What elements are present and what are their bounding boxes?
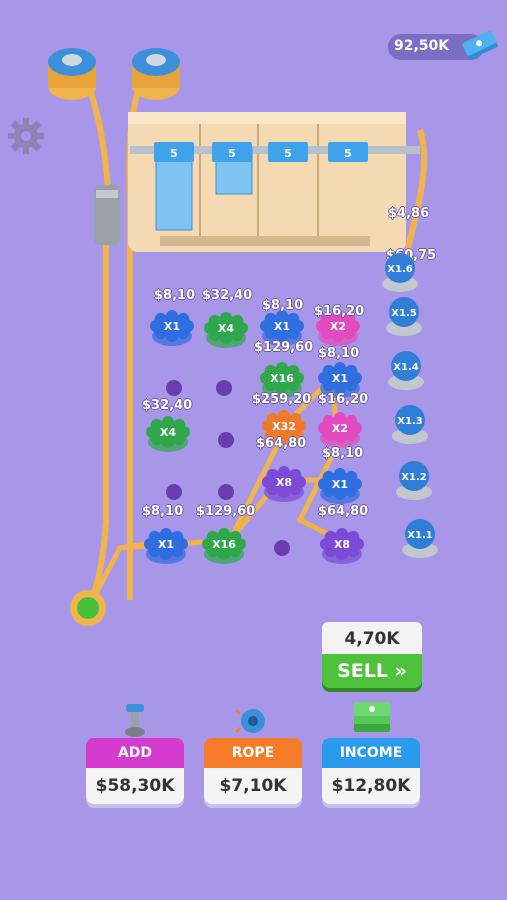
add-pulley-button[interactable]: ADD PULLEY $58,30K [86, 704, 184, 804]
pulley-gear[interactable]: X8 [320, 528, 364, 564]
pulley-price: $8,10 [142, 504, 184, 519]
cash-stack-icon [354, 702, 390, 732]
income-button[interactable]: INCOME $12,80K [322, 702, 420, 804]
pulley-multiplier: X32 [272, 420, 296, 433]
pulley-price: $64,80 [318, 504, 369, 519]
income-price: $12,80K [322, 768, 420, 804]
pulley-gear[interactable]: X1 [318, 468, 362, 504]
pulley-gear[interactable]: X1 [150, 310, 194, 346]
pulley-gear[interactable]: X1 [144, 528, 188, 564]
pulley-multiplier: X1 [332, 478, 348, 491]
pulley-multiplier: X4 [218, 322, 234, 335]
pulley-price: $8,10 [154, 288, 196, 303]
pulley-multiplier: X8 [276, 476, 292, 489]
pulley-price: $8,10 [322, 446, 364, 461]
pulley-price: $32,40 [202, 288, 253, 303]
pulley-gear[interactable]: X2 [318, 412, 362, 448]
income-title: INCOME [322, 738, 420, 768]
gear-icon [236, 708, 265, 734]
pulley-price: $8,10 [318, 346, 360, 361]
pulley-multiplier: X8 [334, 538, 350, 551]
pulley-price: $129,60 [196, 504, 256, 519]
sell-button[interactable]: SELL » [322, 654, 422, 688]
pulley-price: $32,40 [142, 398, 193, 413]
pulley-price: $64,80 [256, 436, 307, 451]
rope-speed-price: $7,10K [204, 768, 302, 804]
chevron-right-icon: » [394, 660, 407, 682]
sell-amount: 4,70K [322, 622, 422, 656]
pulley-multiplier: X16 [270, 372, 294, 385]
pulley-price: $16,20 [318, 392, 369, 407]
pulley-icon [125, 704, 145, 737]
pulley-gear[interactable]: X4 [204, 312, 248, 348]
game-stage: 92,50K 5 5 5 5 $4,86 $60,75 X1.6 X1.5 X1.4… [0, 0, 507, 900]
pulley-multiplier: X16 [212, 538, 236, 551]
rope-speed-button[interactable]: ROPE SPEED $7,10K [204, 708, 302, 804]
pulley-gear[interactable]: X4 [146, 416, 190, 452]
sell-label: SELL [337, 660, 388, 682]
pulley-gear[interactable]: X8 [262, 466, 306, 502]
pulley-price: $16,20 [314, 304, 365, 319]
pulley-gear[interactable]: X16 [202, 528, 246, 564]
pulley-multiplier: X1 [332, 372, 348, 385]
add-pulley-title: ADD PULLEY [86, 738, 184, 791]
pulley-price: $8,10 [262, 298, 304, 313]
pulley-multiplier: X4 [160, 426, 176, 439]
pulley-multiplier: X2 [332, 422, 348, 435]
pulley-multiplier: X1 [164, 320, 180, 333]
sell-panel: 4,70K SELL » [322, 622, 422, 688]
pulley-multiplier: X2 [330, 320, 346, 333]
rope-speed-title: ROPE SPEED [204, 738, 302, 791]
add-pulley-price: $58,30K [86, 768, 184, 804]
pulley-multiplier: X1 [274, 320, 290, 333]
pulley-multiplier: X1 [158, 538, 174, 551]
pulley-price: $259,20 [252, 392, 312, 407]
pulley-price: $129,60 [254, 340, 314, 355]
